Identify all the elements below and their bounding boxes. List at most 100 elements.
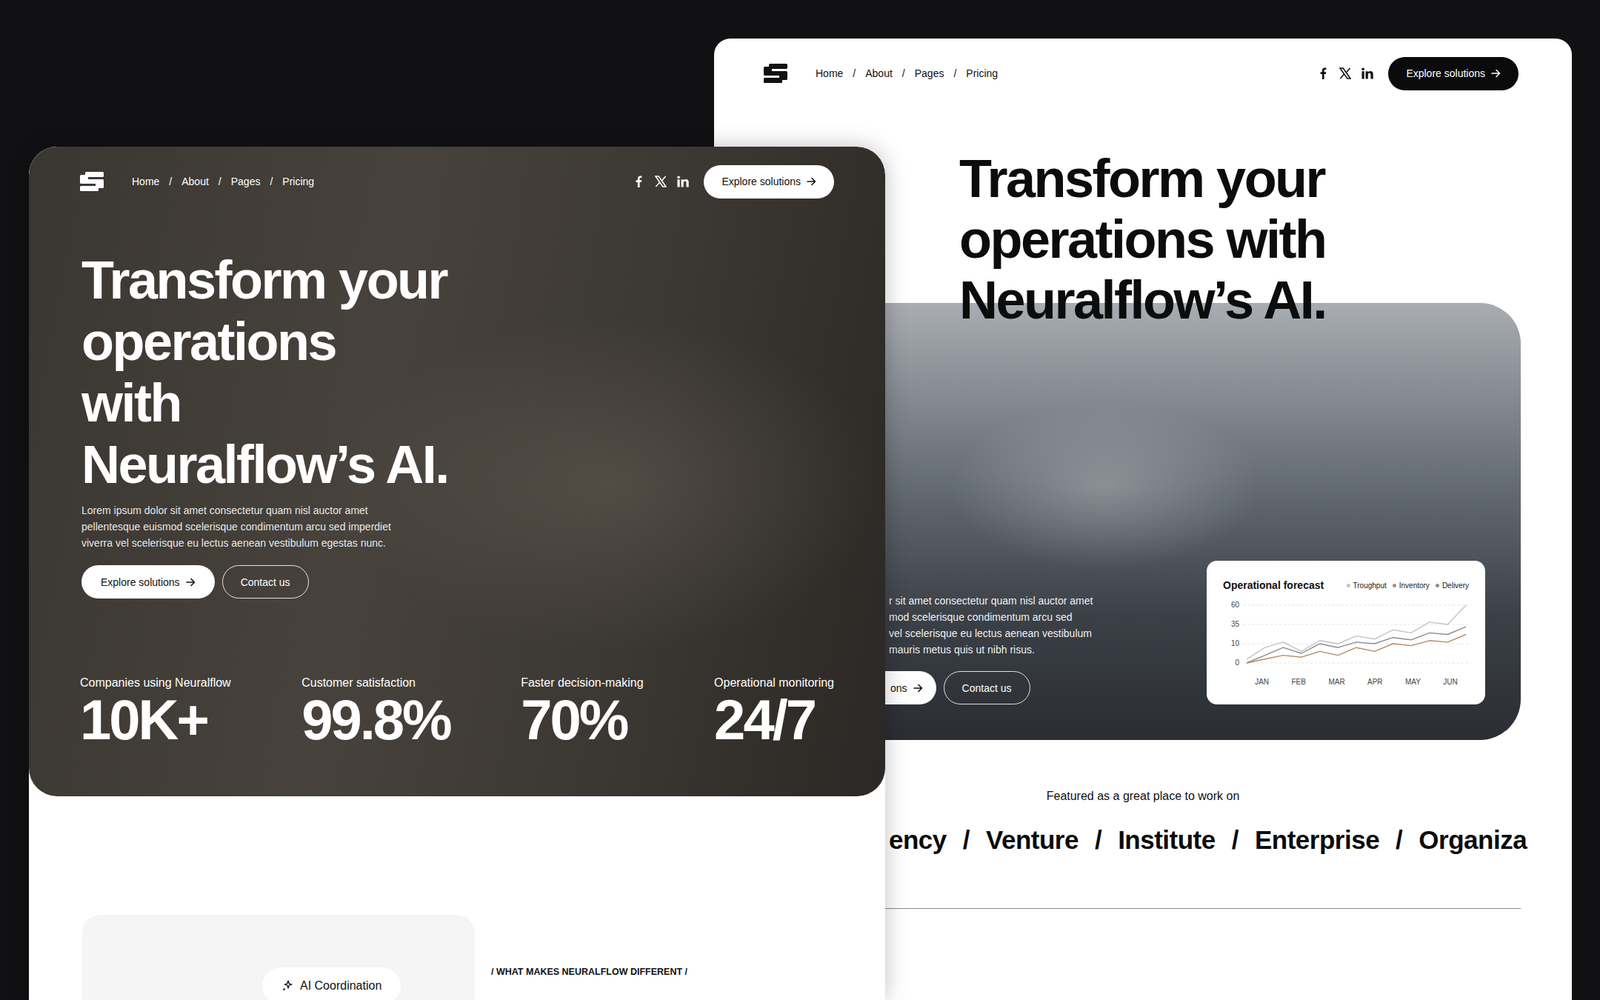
button-label[interactable]: Explore solutions <box>100 576 180 589</box>
heading-line: with <box>81 372 835 435</box>
linkedin-icon[interactable] <box>1361 67 1374 80</box>
chart-plot: 60 35 10 0 <box>1222 600 1469 668</box>
nav-separator: / <box>953 67 957 80</box>
logo-icon[interactable] <box>763 63 788 83</box>
dark-hero-page-mockup: Home/About/Pages/PricingExplore solution… <box>28 146 886 1000</box>
stat: Customer satisfaction99.8% <box>301 675 451 749</box>
arrow-right-icon <box>806 177 817 186</box>
button-label[interactable]: Explore solutions <box>1405 67 1486 80</box>
nav-link[interactable]: Home <box>131 175 160 188</box>
company-logo: Organiza <box>1418 823 1527 857</box>
nav-separator: / <box>168 175 172 188</box>
vehicle-hero: Home/About/Pages/PricingExplore solution… <box>28 146 886 797</box>
arrow-right-icon <box>1491 68 1501 78</box>
stat-value: 99.8% <box>301 691 451 749</box>
social-links <box>1317 67 1374 80</box>
contact-button[interactable]: Contact us <box>222 565 309 599</box>
company-logo: ency <box>888 823 947 857</box>
legend-dot <box>1392 583 1397 588</box>
x-label: JAN <box>1254 677 1269 687</box>
company-logo: Venture <box>985 823 1079 857</box>
stat: Operational monitoring24/7 <box>714 675 835 749</box>
line-chart <box>1243 600 1469 668</box>
nav-link[interactable]: About <box>181 175 209 188</box>
hero-copy: r sit amet consectetur quam nisl auctor … <box>888 592 1093 705</box>
explore-solutions-button[interactable]: Explore solutions <box>703 165 835 199</box>
legend-dot <box>1346 583 1351 588</box>
button-label[interactable]: ons <box>890 682 908 695</box>
forecast-chart-card: Operational forecastTroughputInventoryDe… <box>1206 560 1486 705</box>
heading-line: operations <box>81 311 835 373</box>
x-icon[interactable] <box>1339 67 1352 80</box>
navbar: Home/About/Pages/PricingExplore solution… <box>714 56 1572 91</box>
company-logo: Enterprise <box>1254 823 1380 857</box>
nav-link[interactable]: Pricing <box>282 175 315 188</box>
stats-row: Companies using Neuralflow10K+ Customer s… <box>80 675 835 749</box>
logo-separator: / <box>962 823 970 857</box>
series-line <box>1246 605 1466 660</box>
chart-header: Operational forecastTroughputInventoryDe… <box>1222 577 1469 594</box>
grid-line <box>1243 624 1469 626</box>
nav-link[interactable]: Home <box>815 67 843 80</box>
linkedin-icon[interactable] <box>677 175 689 188</box>
stat-value: 24/7 <box>714 691 835 749</box>
stat-label: Operational monitoring <box>714 675 835 691</box>
heading-line: Neuralflow’s AI. <box>81 434 835 496</box>
nav-link[interactable]: About <box>865 67 893 80</box>
legend-item: Inventory <box>1392 581 1430 590</box>
y-tick: 0 <box>1222 658 1240 668</box>
stat: Companies using Neuralflow10K+ <box>80 675 232 749</box>
hero-paragraph: r sit amet consectetur quam nisl auctor … <box>888 592 1093 658</box>
logo-separator: / <box>1395 823 1403 857</box>
nav-links: Home/About/Pages/Pricing <box>131 175 315 188</box>
stat: Faster decision-making70% <box>520 675 643 749</box>
stat-label: Companies using Neuralflow <box>80 675 232 691</box>
y-tick: 10 <box>1222 639 1240 649</box>
chart-legend: Troughput Inventory Delivery <box>1346 581 1469 590</box>
heading-line: Transform your <box>81 249 835 312</box>
feature-section: AI Coordination / WHAT MAKES NEURALFLOW D… <box>28 914 886 1000</box>
arrow-right-icon <box>913 683 923 693</box>
explore-solutions-button[interactable]: Explore solutions <box>1388 57 1519 91</box>
legend-dot <box>1435 583 1440 588</box>
button-label[interactable]: Contact us <box>962 682 1012 695</box>
y-tick: 60 <box>1222 600 1240 610</box>
y-axis: 60 35 10 0 <box>1222 600 1240 668</box>
arrow-right-icon <box>185 577 196 587</box>
social-links <box>632 175 689 188</box>
logo-separator: / <box>1231 823 1239 857</box>
facebook-icon[interactable] <box>632 175 645 188</box>
paragraph-line: r sit amet consectetur quam nisl auctor … <box>888 592 1093 609</box>
nav-link[interactable]: Pages <box>231 175 261 188</box>
stat-value: 70% <box>520 691 643 749</box>
nav-link[interactable]: Pricing <box>965 67 998 80</box>
feature-card: AI Coordination <box>82 914 475 1000</box>
legend-label: Troughput <box>1353 581 1387 590</box>
legend-item: Troughput <box>1346 581 1387 590</box>
nav-links: Home/About/Pages/Pricing <box>815 67 998 80</box>
nav-separator: / <box>218 175 222 188</box>
heading-line: Neuralflow’s AI. <box>959 269 1572 331</box>
hero-paragraph: Lorem ipsum dolor sit amet consectetur q… <box>80 502 393 552</box>
nav-link[interactable]: Pages <box>914 67 945 80</box>
x-icon[interactable] <box>654 175 667 188</box>
stat-value: 10K+ <box>80 691 232 749</box>
paragraph-line: vel scelerisque eu lectus aenean vestibu… <box>888 625 1093 642</box>
x-label: MAR <box>1328 677 1345 687</box>
paragraph-line: mauris metus quis ut nibh risus. <box>888 641 1093 658</box>
divider <box>885 908 1521 909</box>
y-tick: 35 <box>1222 620 1240 629</box>
button-label[interactable]: Contact us <box>240 576 291 589</box>
legend-label: Delivery <box>1442 581 1469 590</box>
explore-solutions-button[interactable]: Explore solutions <box>81 565 215 599</box>
series-line <box>1246 626 1466 663</box>
x-label: APR <box>1367 677 1383 687</box>
contact-button[interactable]: Contact us <box>943 671 1031 705</box>
x-axis: JANFEBMARAPRMAYJUN <box>1243 677 1469 687</box>
legend-label: Inventory <box>1399 581 1430 590</box>
ai-coordination-pill: AI Coordination <box>262 967 401 1000</box>
section-eyebrow: / WHAT MAKES NEURALFLOW DIFFERENT / <box>491 965 688 1000</box>
button-label[interactable]: Explore solutions <box>721 175 801 188</box>
logo-icon[interactable] <box>80 171 104 192</box>
facebook-icon[interactable] <box>1317 67 1329 80</box>
